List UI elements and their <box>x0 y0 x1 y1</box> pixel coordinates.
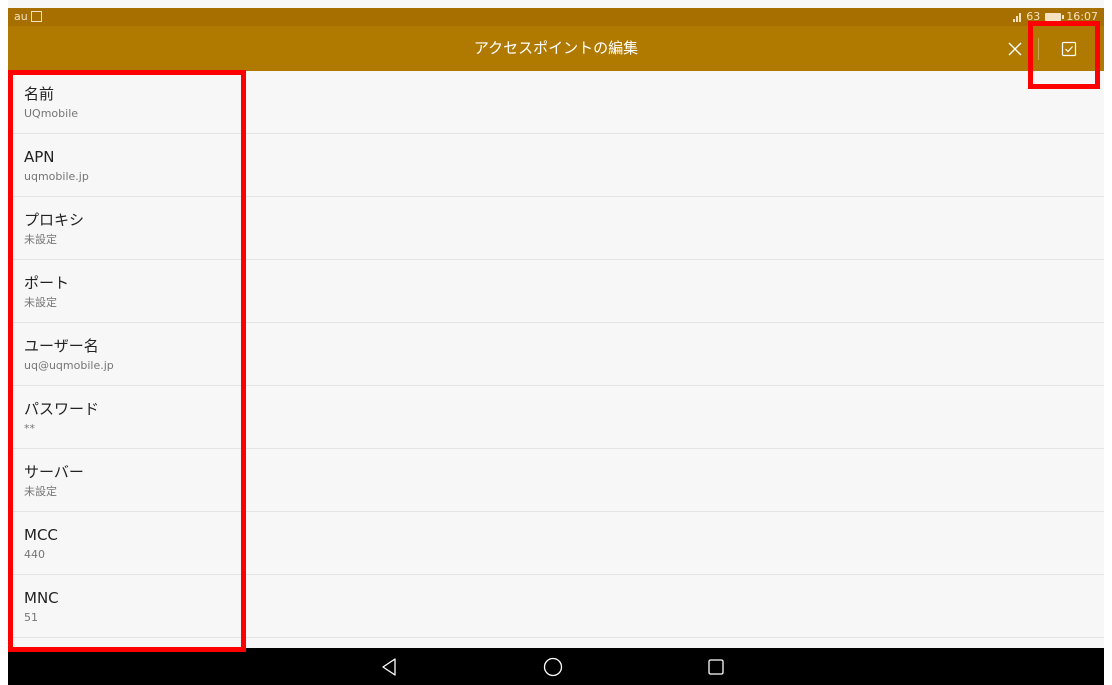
clock: 16:07 <box>1066 10 1098 23</box>
field-label: MNC <box>24 589 59 607</box>
carrier-label: au <box>14 10 28 23</box>
apn-field-mcc[interactable]: MCC 440 <box>8 512 1104 575</box>
recent-square-icon <box>708 659 724 675</box>
status-bar: au 63 16:07 <box>8 8 1104 26</box>
navigation-bar <box>8 648 1104 685</box>
field-value: 未設定 <box>24 233 57 246</box>
apn-field-username[interactable]: ユーザー名 uq@uqmobile.jp <box>8 323 1104 386</box>
status-left: au <box>14 10 42 23</box>
field-label: MCC <box>24 526 58 544</box>
field-label: プロキシ <box>24 211 85 229</box>
field-label: パスワード <box>24 400 100 418</box>
back-button[interactable] <box>378 656 400 678</box>
close-icon <box>1008 42 1022 56</box>
field-value: 440 <box>24 548 45 561</box>
battery-icon <box>1045 12 1065 21</box>
field-label: サーバー <box>24 463 84 481</box>
app-bar: アクセスポイントの編集 <box>8 26 1104 71</box>
field-value: UQmobile <box>24 107 79 120</box>
apn-field-apn[interactable]: APN uqmobile.jp <box>8 134 1104 197</box>
home-button[interactable] <box>542 656 564 678</box>
status-right: 63 16:07 <box>1013 10 1098 23</box>
apn-field-proxy[interactable]: プロキシ 未設定 <box>8 197 1104 260</box>
close-button[interactable] <box>998 32 1032 66</box>
field-value: ** <box>24 422 35 435</box>
back-triangle-icon <box>382 658 396 676</box>
signal-icon <box>1013 12 1022 22</box>
home-circle-icon <box>543 657 563 677</box>
confirm-button[interactable] <box>1052 32 1086 66</box>
field-value: 51 <box>24 611 38 624</box>
page-title: アクセスポイントの編集 <box>473 39 639 57</box>
apn-field-server[interactable]: サーバー 未設定 <box>8 449 1104 512</box>
field-value: uqmobile.jp <box>24 170 89 183</box>
field-value: uq@uqmobile.jp <box>24 359 114 372</box>
app-bar-divider <box>1038 38 1039 60</box>
apn-field-password[interactable]: パスワード ** <box>8 386 1104 449</box>
field-value: 未設定 <box>24 296 57 309</box>
field-label: APN <box>24 148 55 166</box>
field-value: 未設定 <box>24 485 57 498</box>
apn-field-mnc[interactable]: MNC 51 <box>8 575 1104 638</box>
apn-settings-list: 名前 UQmobile APN uqmobile.jp プロキシ 未設定 ポート… <box>8 71 1104 648</box>
device-screen: au 63 16:07 アクセスポイントの編集 名前 UQmobile APN … <box>8 0 1104 685</box>
field-label: ポート <box>24 274 70 292</box>
checkbox-check-icon <box>1061 41 1077 57</box>
sim-icon <box>30 11 42 22</box>
apn-field-name[interactable]: 名前 UQmobile <box>8 71 1104 134</box>
field-label: ユーザー名 <box>24 337 99 355</box>
apn-field-port[interactable]: ポート 未設定 <box>8 260 1104 323</box>
recent-apps-button[interactable] <box>705 656 727 678</box>
field-label: 名前 <box>24 85 55 103</box>
signal-text: 63 <box>1026 10 1041 23</box>
